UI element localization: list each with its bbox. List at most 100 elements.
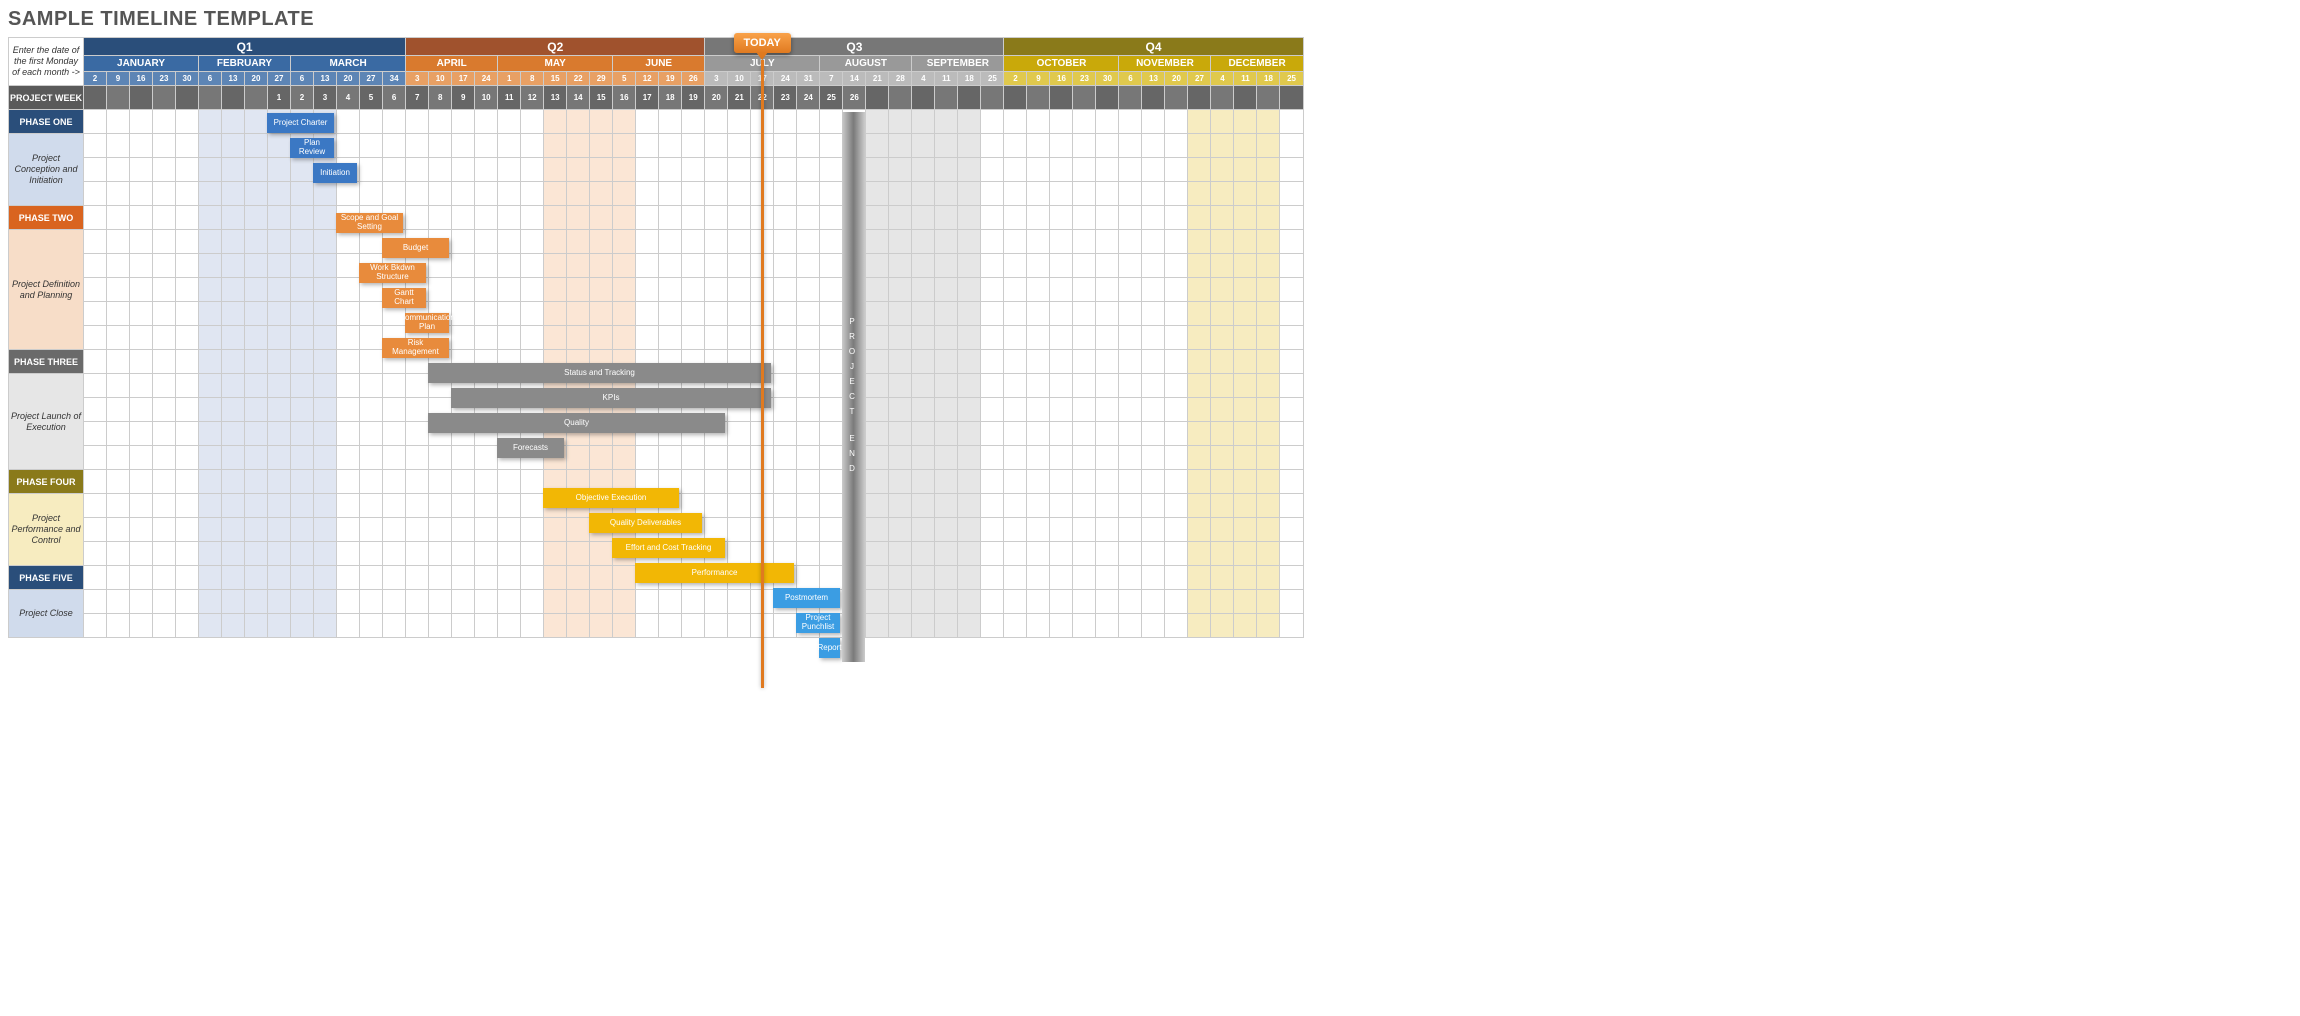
grid-cell xyxy=(107,590,130,614)
grid-cell xyxy=(820,518,843,542)
grid-cell xyxy=(1280,518,1303,542)
task-bar[interactable]: Quality xyxy=(428,413,725,433)
task-bar[interactable]: Status and Tracking xyxy=(428,363,771,383)
grid-cell xyxy=(1050,542,1073,566)
grid-cell xyxy=(1165,494,1188,518)
task-bar[interactable]: Gantt Chart xyxy=(382,288,426,308)
grid-cell xyxy=(452,614,475,638)
task-bar[interactable]: Risk Management xyxy=(382,338,449,358)
grid-cell xyxy=(1257,566,1280,590)
grid-cell xyxy=(1119,614,1142,638)
grid-cell xyxy=(820,398,843,422)
grid-cell xyxy=(130,542,153,566)
task-bar[interactable]: Forecasts xyxy=(497,438,564,458)
grid-cell xyxy=(797,542,820,566)
task-bar[interactable]: Effort and Cost Tracking xyxy=(612,538,725,558)
grid-cell xyxy=(1142,206,1165,230)
grid-cell xyxy=(1234,398,1257,422)
grid-cell xyxy=(797,110,820,134)
grid-cell xyxy=(1188,230,1211,254)
grid-cell xyxy=(935,278,958,302)
grid-cell xyxy=(521,590,544,614)
grid-cell xyxy=(1027,614,1050,638)
grid-cell xyxy=(337,230,360,254)
grid-cell xyxy=(797,566,820,590)
task-bar[interactable]: Scope and Goal Setting xyxy=(336,213,403,233)
grid-cell xyxy=(1073,470,1096,494)
grid-cell xyxy=(590,254,613,278)
grid-cell xyxy=(130,566,153,590)
grid-cell xyxy=(498,254,521,278)
grid-cell xyxy=(636,614,659,638)
task-bar[interactable]: Project Charter xyxy=(267,113,334,133)
grid-cell xyxy=(1119,110,1142,134)
task-bar[interactable]: Plan Review xyxy=(290,138,334,158)
grid-cell xyxy=(889,542,912,566)
grid-cell xyxy=(1211,206,1234,230)
grid-cell xyxy=(130,326,153,350)
task-bar[interactable]: Objective Execution xyxy=(543,488,679,508)
grid-cell xyxy=(797,326,820,350)
grid-cell xyxy=(452,446,475,470)
grid-cell xyxy=(268,542,291,566)
grid-cell xyxy=(935,398,958,422)
grid-cell xyxy=(406,542,429,566)
grid-cell xyxy=(797,134,820,158)
project-week-cell xyxy=(1280,86,1303,110)
grid-cell xyxy=(245,302,268,326)
month-header: NOVEMBER xyxy=(1119,56,1211,72)
grid-cell xyxy=(1004,182,1027,206)
task-bar[interactable]: KPIs xyxy=(451,388,771,408)
grid-cell xyxy=(1119,158,1142,182)
week-date: 20 xyxy=(337,72,360,86)
grid-cell xyxy=(1165,326,1188,350)
grid-cell xyxy=(1142,134,1165,158)
task-bar[interactable]: Report xyxy=(819,638,840,658)
grid-cell xyxy=(981,206,1004,230)
grid-cell xyxy=(360,326,383,350)
grid-cell xyxy=(1188,326,1211,350)
project-week-cell xyxy=(912,86,935,110)
grid-cell xyxy=(1188,134,1211,158)
grid-cell xyxy=(1119,470,1142,494)
task-bar[interactable]: Communication Plan xyxy=(405,313,449,333)
task-bar[interactable]: Work Bkdwn Structure xyxy=(359,263,426,283)
grid-cell xyxy=(1027,110,1050,134)
grid-cell xyxy=(682,590,705,614)
grid-cell xyxy=(337,518,360,542)
grid-cell xyxy=(797,518,820,542)
grid-cell xyxy=(1188,350,1211,374)
task-bar[interactable]: Budget xyxy=(382,238,449,258)
grid-cell xyxy=(199,494,222,518)
grid-cell xyxy=(291,374,314,398)
grid-cell xyxy=(1165,374,1188,398)
week-date: 11 xyxy=(1234,72,1257,86)
grid-cell xyxy=(406,422,429,446)
grid-cell xyxy=(1234,446,1257,470)
grid-cell xyxy=(636,230,659,254)
grid-cell xyxy=(797,230,820,254)
grid-cell xyxy=(498,470,521,494)
grid-cell xyxy=(314,230,337,254)
week-date: 14 xyxy=(843,72,866,86)
week-date: 25 xyxy=(981,72,1004,86)
grid-cell xyxy=(613,590,636,614)
grid-cell xyxy=(958,470,981,494)
task-bar[interactable]: Project Punchlist xyxy=(796,613,840,633)
grid-cell xyxy=(360,374,383,398)
task-bar[interactable]: Quality Deliverables xyxy=(589,513,702,533)
grid-cell xyxy=(176,134,199,158)
grid-cell xyxy=(1280,566,1303,590)
grid-cell xyxy=(521,134,544,158)
task-bar[interactable]: Initiation xyxy=(313,163,357,183)
grid-cell xyxy=(1050,158,1073,182)
grid-cell xyxy=(1050,518,1073,542)
grid-cell xyxy=(452,590,475,614)
grid-cell xyxy=(866,614,889,638)
grid-cell xyxy=(1119,302,1142,326)
grid-cell xyxy=(958,590,981,614)
grid-cell xyxy=(958,446,981,470)
grid-cell xyxy=(199,134,222,158)
grid-cell xyxy=(429,470,452,494)
grid-cell xyxy=(1027,566,1050,590)
